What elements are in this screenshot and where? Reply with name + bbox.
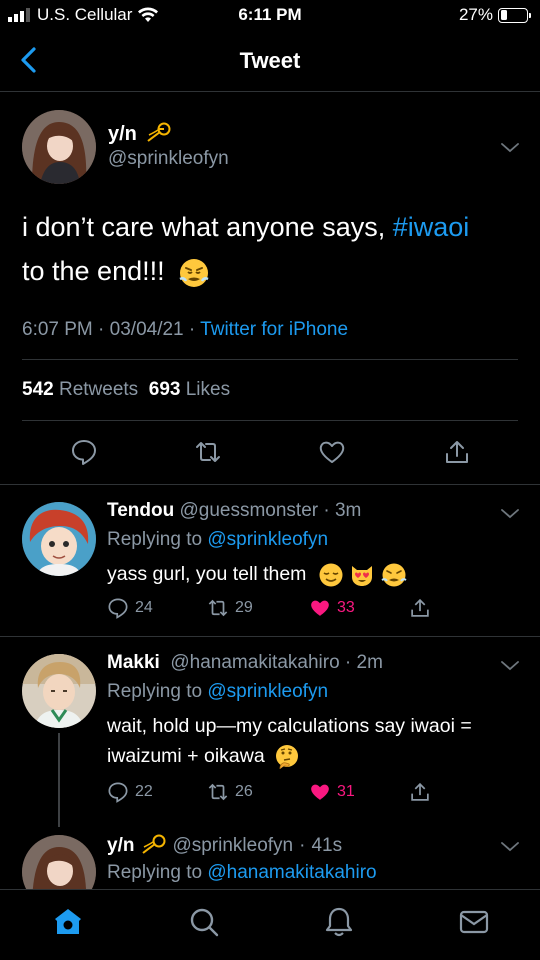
share-button[interactable] <box>409 781 431 803</box>
reply-header: Tendou @guessmonster · 3m <box>107 500 362 521</box>
author-handle[interactable]: @hanamakitakahiro <box>170 652 339 673</box>
reply-text: wait, hold up—my calculations say iwaoi … <box>107 711 527 771</box>
navigation-bar: Tweet <box>0 30 540 92</box>
battery-icon <box>498 7 531 23</box>
like-button[interactable]: 31 <box>309 781 355 803</box>
retweet-button[interactable]: 29 <box>207 597 253 619</box>
reply-header: y/n @sprinkleofyn · 41s <box>107 833 342 859</box>
tweet-text: i don’t care what anyone says, #iwaoi to… <box>22 205 522 293</box>
share-button[interactable] <box>409 597 431 619</box>
dizzy-emoji-icon <box>147 122 171 142</box>
chevron-down-icon[interactable] <box>499 502 521 524</box>
replying-to: Replying to @sprinkleofyn <box>107 529 329 550</box>
reply-tweet[interactable]: Makki @hanamakitakahiro · 2m Replying to… <box>0 637 540 827</box>
mention-link[interactable]: @hanamakitakahiro <box>207 862 376 883</box>
chevron-down-icon[interactable] <box>499 136 521 158</box>
thread-connector-line <box>58 733 60 827</box>
avatar[interactable] <box>22 502 96 576</box>
search-icon[interactable] <box>188 906 220 938</box>
like-heart-icon[interactable] <box>318 438 346 466</box>
reply-button[interactable]: 24 <box>107 597 153 619</box>
mention-link[interactable]: @sprinkleofyn <box>207 681 328 702</box>
like-button[interactable]: 33 <box>309 597 355 619</box>
tweet-age: 2m <box>356 652 383 673</box>
retweet-button[interactable]: 26 <box>207 781 253 803</box>
bottom-tab-bar <box>0 889 540 960</box>
reply-text: yass gurl, you tell them <box>107 559 527 589</box>
heart-eyes-cat-emoji-icon <box>352 565 373 586</box>
status-bar: U.S. Cellular 6:11 PM 27% <box>0 0 540 30</box>
tweet-source-link[interactable]: Twitter for iPhone <box>200 319 348 340</box>
notifications-bell-icon[interactable] <box>323 906 355 938</box>
tweet-date: 03/04/21 <box>109 319 184 340</box>
tweet-age: 41s <box>311 835 343 856</box>
home-icon[interactable] <box>52 906 84 938</box>
author-name[interactable]: Makki <box>107 652 160 673</box>
retweet-icon[interactable] <box>207 781 229 803</box>
reply-count: 22 <box>135 783 153 800</box>
thinking-emoji-icon <box>276 744 299 769</box>
like-count: 31 <box>337 783 355 800</box>
tweet-actions <box>0 438 540 478</box>
retweets-label[interactable]: Retweets <box>59 379 138 400</box>
reply-icon[interactable] <box>70 438 98 466</box>
reply-button[interactable]: 22 <box>107 781 153 803</box>
tweet-age: 3m <box>334 500 362 521</box>
chevron-down-icon[interactable] <box>499 835 521 857</box>
triumph-emoji-icon <box>381 563 407 587</box>
reply-icon[interactable] <box>107 781 129 803</box>
share-icon[interactable] <box>443 438 471 466</box>
reply-icon[interactable] <box>107 597 129 619</box>
like-heart-filled-icon[interactable] <box>309 597 331 619</box>
dizzy-emoji-icon <box>142 834 166 854</box>
tweet-stats: 542 Retweets 693 Likes <box>22 379 230 401</box>
tweet-metadata: 6:07 PM · 03/04/21 · Twitter for iPhone <box>22 319 349 340</box>
relieved-emoji-icon <box>319 563 343 587</box>
like-heart-filled-icon[interactable] <box>309 781 331 803</box>
avatar[interactable] <box>22 654 96 728</box>
share-icon[interactable] <box>409 781 431 803</box>
replying-to: Replying to @sprinkleofyn <box>107 681 329 702</box>
messages-mail-icon[interactable] <box>458 906 490 938</box>
likes-label[interactable]: Likes <box>186 379 230 400</box>
hashtag-link[interactable]: #iwaoi <box>393 212 470 242</box>
triumph-emoji-icon <box>179 258 209 287</box>
retweet-count[interactable]: 542 <box>22 379 54 400</box>
author-name[interactable]: y/n <box>107 835 134 857</box>
author-handle[interactable]: @sprinkleofyn <box>172 835 293 857</box>
mention-link[interactable]: @sprinkleofyn <box>207 529 328 550</box>
share-icon[interactable] <box>409 597 431 619</box>
like-count: 33 <box>337 599 355 616</box>
reply-count: 24 <box>135 599 153 616</box>
reply-actions: 24 29 33 <box>107 597 527 623</box>
battery-percent: 27% <box>458 5 493 24</box>
retweet-count: 29 <box>235 599 253 616</box>
avatar[interactable] <box>22 110 96 184</box>
divider <box>22 420 518 421</box>
replying-to: Replying to @hanamakitakahiro <box>107 862 377 883</box>
author-name[interactable]: y/n <box>108 121 171 147</box>
reply-tweet[interactable]: y/n @sprinkleofyn · 41s Replying to @han… <box>0 818 540 889</box>
avatar[interactable] <box>22 835 96 889</box>
like-count[interactable]: 693 <box>149 379 181 400</box>
reply-tweet[interactable]: Tendou @guessmonster · 3m Replying to @s… <box>0 485 540 636</box>
tweet-time: 6:07 PM <box>22 319 93 340</box>
divider <box>22 359 518 360</box>
author-handle[interactable]: @guessmonster <box>179 500 318 521</box>
retweet-count: 26 <box>235 783 253 800</box>
reply-actions: 22 26 31 <box>107 781 527 807</box>
reply-header: Makki @hanamakitakahiro · 2m <box>107 652 383 673</box>
retweet-icon[interactable] <box>194 438 222 466</box>
author-name[interactable]: Tendou <box>107 500 174 521</box>
page-title: Tweet <box>239 48 301 73</box>
retweet-icon[interactable] <box>207 597 229 619</box>
chevron-down-icon[interactable] <box>499 654 521 676</box>
author-handle[interactable]: @sprinkleofyn <box>108 148 229 170</box>
